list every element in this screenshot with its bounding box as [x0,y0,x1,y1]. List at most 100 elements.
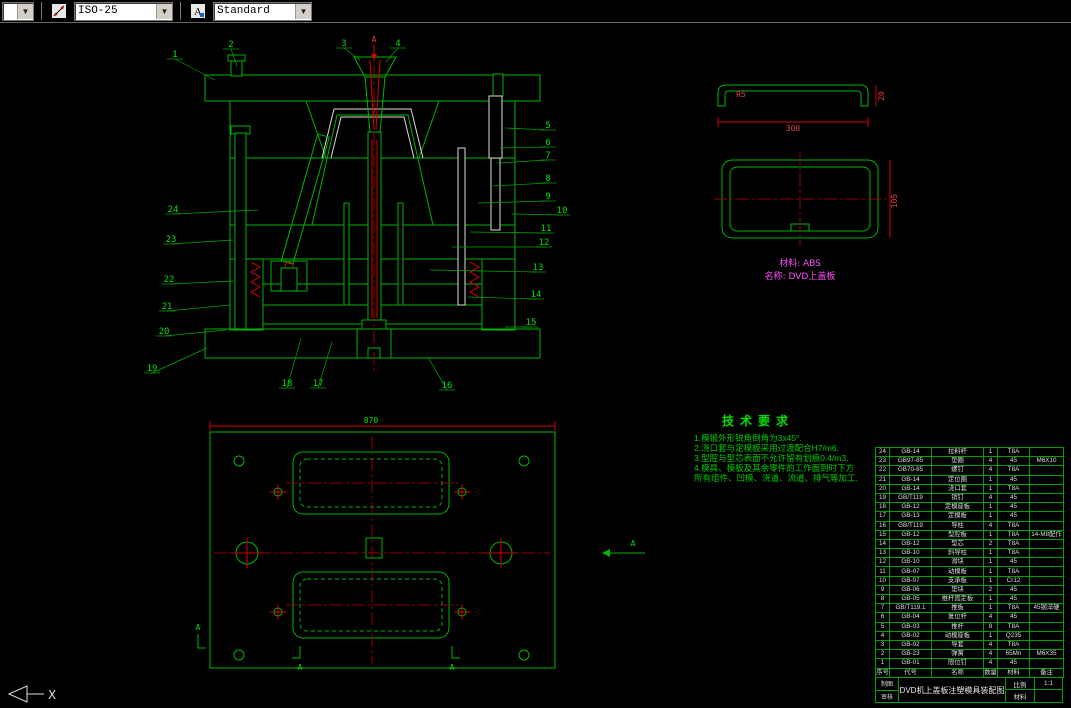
parts-cell: 13 [875,548,890,559]
parts-cell: GB-01 [889,658,932,669]
parts-cell [1029,520,1064,531]
sprue-puller-rod [367,131,382,325]
parts-cell: 4 [983,492,998,504]
parts-cell [1029,612,1064,623]
parts-cell: GB-07 [889,566,932,577]
parts-cell: 65Mn [997,649,1030,660]
parts-table-row: 7 GB/T119.1 推板 1 T8A 45钢淬硬 [875,603,1064,614]
dimension-label: A [298,663,303,672]
parts-cell: GB/T119.1 [889,603,932,614]
parts-cell [1029,639,1064,651]
parts-cell: 4 [983,520,998,531]
parts-cell: 24 [875,446,890,458]
callout-leader-20 [163,329,227,337]
parts-cell: GB-05 [889,593,932,605]
section-mark [451,646,460,659]
parts-cell: 1 [983,446,998,458]
callout-1: 1 [172,50,177,60]
callout-16: 16 [442,381,453,391]
parts-cell: GB/T119 [889,520,932,531]
parts-cell: 45 [997,584,1030,596]
parts-cell: 5 [875,621,890,632]
parts-cell: 1 [983,593,998,605]
parts-cell [1029,630,1064,641]
parts-cell [1029,465,1064,476]
parts-table-row: 24 GB-14 拉料杆 1 T8A [875,446,1064,458]
parts-table-row: 12 GB-10 滑块 1 45 [875,557,1064,568]
parts-cell: 45 [997,658,1030,669]
dimension-label: 105 [890,194,899,209]
ucs-x-label: X [48,688,56,702]
callout-22: 22 [164,275,175,285]
parts-cell: 定位圈 [931,474,984,485]
parts-cell: 4 [983,465,998,476]
parts-table-row: 5 GB-03 推杆 8 T8A [875,621,1064,632]
title-block: 制图 审核 DVD机上盖板注塑模具装配图 比例 1:1 材料 [875,677,1063,703]
bolt-hole [518,649,530,661]
ucs-icon: X [7,685,56,703]
dim-style-icon[interactable] [49,2,69,20]
drafter-label: 制图 [876,678,898,691]
callout-leader-13 [429,269,539,273]
parts-cell: 动模板 [931,566,984,577]
parts-table-row: 21 GB-14 定位圈 1 45 [875,474,1064,485]
parts-cell: 1 [983,630,998,641]
parts-table-header-row: 序号 代号 名称 数量 材料 备注 [875,667,1064,678]
parts-cell: 斜导柱 [931,548,984,559]
parts-cell: 2 [875,649,890,660]
text-style-select[interactable]: Standard ▼ [213,1,312,21]
dimension-label: A [631,539,636,548]
parts-cell: 22 [875,465,890,476]
parts-cell [1029,502,1064,513]
annotation-layer: 12 3 4567891011121314151617181920212223243… [144,35,899,672]
parts-cell: 45 [997,593,1030,605]
parts-cell: 21 [875,474,890,485]
layer-dropdown[interactable]: ▼ [2,1,34,21]
parts-cell: GB-14 [889,483,932,494]
parts-cell: M6X35 [1029,649,1064,660]
parts-cell: 4 [875,630,890,641]
parts-table-row: 13 GB-10 斜导柱 1 T8A [875,548,1064,559]
material-label: 材料: ABS [779,257,821,269]
toolbar-separator [41,2,42,20]
dim-style-select[interactable]: ISO-25 ▼ [74,1,173,21]
parts-cell: T8A [997,538,1030,550]
guide-bushing [488,95,503,159]
parts-cell: GB97-85 [889,456,932,467]
parts-cell: 导柱 [931,520,984,531]
parts-table-row: 2 GB-23 弹簧 4 65Mn M6X35 [875,649,1064,660]
parts-cell: 4 [983,612,998,623]
parts-cell: T8A [997,483,1030,494]
parts-table-row: 17 GB-13 定模板 1 45 [875,511,1064,522]
sprue-bushing-head [353,56,397,78]
chevron-down-icon[interactable]: ▼ [295,3,311,19]
parts-cell: GB-13 [889,511,932,522]
text-style-icon[interactable]: A [188,2,208,20]
title-block-signatures: 制图 审核 [876,678,898,702]
parts-table: 24 GB-14 拉料杆 1 T8A 23 GB97-85 垫圈 4 45 M6X10 22 GB70-… [875,446,1064,678]
ejector-pin [397,202,404,306]
parts-cell: 14-M8配作 [1029,529,1064,540]
parts-cell: 14 [875,538,890,550]
parts-cell [1029,474,1064,485]
chevron-down-icon[interactable]: ▼ [156,3,172,19]
parts-cell: GB/T119 [889,492,932,504]
section-mark [197,634,206,649]
material-value [1034,690,1062,702]
parts-cell [1029,483,1064,494]
dimension-label: A [450,663,455,672]
parts-cell: 3 [875,639,890,651]
parts-table-row: 15 GB-12 型腔板 1 T8A 14-M8配作 [875,529,1064,540]
parts-table-row: 19 GB/T119 销钉 4 45 [875,492,1064,504]
parts-cell [1029,621,1064,632]
parts-cell: 2 [983,538,998,550]
ucs-triangle [7,685,28,703]
spacer-block-right [481,258,516,331]
parts-cell: 1 [983,474,998,485]
callout-8: 8 [545,174,550,184]
material-label: 材料 [1013,694,1027,701]
parts-cell: 销钉 [931,492,984,504]
parts-cell: 拉料杆 [931,446,984,458]
callout-3: 3 [341,39,346,49]
chevron-down-icon[interactable]: ▼ [17,3,33,19]
